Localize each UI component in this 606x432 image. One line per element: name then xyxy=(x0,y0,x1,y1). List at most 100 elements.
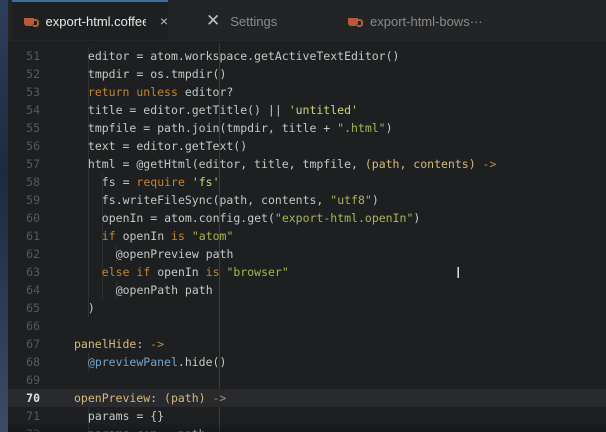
code-line: html = @getHtml(editor, title, tmpfile, … xyxy=(88,155,497,173)
code-line: return unless editor? xyxy=(88,83,233,101)
code-line: fs = require 'fs' xyxy=(102,173,220,191)
code-line: openIn = atom.config.get("export-html.op… xyxy=(102,209,421,227)
code-token: if xyxy=(101,229,116,243)
code-line: openPreview: (path) -> xyxy=(74,389,226,407)
code-token: tmpdir = os.tmpdir() xyxy=(87,67,227,81)
code-token: -> xyxy=(475,157,497,171)
line-number: 57 xyxy=(26,157,40,171)
code-line: @openPreview path xyxy=(116,245,234,263)
code-token: (path, contents) xyxy=(364,157,476,171)
tab-label: export-html.coffee xyxy=(45,13,146,29)
code-token: fs.writeFileSync(path, contents, xyxy=(101,193,331,207)
code-token: fs = xyxy=(101,175,137,189)
indent-guide xyxy=(87,245,89,263)
code-token: ) xyxy=(371,193,379,207)
code-token: return unless xyxy=(87,85,178,99)
code-line: text = editor.getText() xyxy=(88,137,247,155)
line-number: 54 xyxy=(26,103,40,117)
code-token: 'untitled' xyxy=(288,103,358,117)
code-token: openPreview xyxy=(74,391,151,405)
line-number: 55 xyxy=(26,121,40,135)
code-token: panelHide xyxy=(74,337,137,351)
code-token: (path) xyxy=(164,391,206,405)
code-token: ) xyxy=(413,211,421,225)
code-token: is xyxy=(171,229,185,243)
indent-guide xyxy=(87,191,89,209)
code-token: @openPreview path xyxy=(115,247,234,261)
code-line: ) xyxy=(88,299,95,317)
code-token: else if xyxy=(101,265,151,279)
code-token: @openPath path xyxy=(115,283,213,297)
line-number: 69 xyxy=(26,373,40,387)
tab-label: export-html-bows··· xyxy=(370,13,483,29)
indent-guide xyxy=(87,173,89,191)
code-token: require xyxy=(136,175,185,189)
code-token: -> xyxy=(205,391,227,405)
code-token: openIn = atom.config.get( xyxy=(101,211,275,225)
line-number: 53 xyxy=(26,85,40,99)
code-token: -> xyxy=(150,337,165,351)
tab-export-html-bows[interactable]: export-html-bows··· xyxy=(348,0,606,42)
line-number: 56 xyxy=(26,139,40,153)
line-number: 61 xyxy=(26,229,40,243)
code-token: "atom" xyxy=(191,229,234,243)
code-token: is xyxy=(205,265,220,279)
code-token: tmpfile = path.join(tmpdir, title + xyxy=(87,121,338,135)
indent-guide xyxy=(87,263,89,281)
editor-window: export-html.coffee × ✕ Settings export-h… xyxy=(8,0,606,432)
code-token: "utf8" xyxy=(330,193,372,207)
bottom-shadow xyxy=(8,422,606,432)
coffee-icon xyxy=(24,16,39,27)
line-number-gutter[interactable]: 51 52 53 54 55 56 57 58 59 60 61 62 63 64 65 66 67 68 69 70… xyxy=(8,43,60,432)
code-token: title = editor.getTitle() || xyxy=(87,103,289,117)
line-number: 62 xyxy=(26,247,40,261)
close-icon[interactable]: × xyxy=(160,13,168,29)
line-number: 58 xyxy=(26,175,40,189)
code-token: : xyxy=(150,391,165,405)
code-line: @openPath path xyxy=(116,281,213,299)
indent-guide xyxy=(87,227,89,245)
code-token: 'fs' xyxy=(191,175,220,189)
code-line: tmpfile = path.join(tmpdir, title + ".ht… xyxy=(88,119,393,137)
code-token: text = editor.getText() xyxy=(87,139,248,153)
line-number: 67 xyxy=(26,337,40,351)
code-token: openIn xyxy=(115,229,172,243)
tab-bar: export-html.coffee × ✕ Settings export-h… xyxy=(8,0,606,43)
tab-settings[interactable]: ✕ Settings xyxy=(206,0,326,42)
code-token: : xyxy=(136,337,151,351)
line-number: 65 xyxy=(26,301,40,315)
code-token: html = @getHtml(editor, title, tmpfile, xyxy=(87,157,365,171)
tab-export-html-coffee[interactable]: export-html.coffee × xyxy=(12,0,168,40)
code-line: title = editor.getTitle() || 'untitled' xyxy=(88,101,358,119)
line-number: 60 xyxy=(26,211,40,225)
line-number: 63 xyxy=(26,265,40,279)
code-token: ".html" xyxy=(337,121,386,135)
indent-guide xyxy=(101,281,103,299)
code-token: ) xyxy=(385,121,393,135)
indent-guide xyxy=(101,245,103,263)
line-number: 68 xyxy=(26,355,40,369)
code-token: .hide() xyxy=(177,355,227,369)
line-number: 52 xyxy=(26,67,40,81)
tab-label: Settings xyxy=(230,13,278,29)
code-token: editor = atom.workspace.getActiveTextEdi… xyxy=(87,49,400,63)
line-number: 64 xyxy=(26,283,40,297)
code-token: "browser" xyxy=(226,265,289,279)
code-line: panelHide: -> xyxy=(74,335,164,353)
code-line: else if openIn is "browser" xyxy=(102,263,289,281)
code-line: if openIn is "atom" xyxy=(102,227,234,245)
code-token: @previewPanel xyxy=(87,355,178,369)
desktop-background xyxy=(0,0,8,432)
code-token: "export-html.openIn" xyxy=(274,211,414,225)
indent-guide xyxy=(87,281,89,299)
tools-icon: ✕ xyxy=(206,11,221,30)
code-token: openIn xyxy=(150,265,206,279)
code-token: ) xyxy=(87,301,95,315)
coffee-icon xyxy=(348,16,363,27)
line-number: 51 xyxy=(26,49,40,63)
code-editor[interactable]: editor = atom.workspace.getActiveTextEdi… xyxy=(60,43,606,432)
code-line: fs.writeFileSync(path, contents, "utf8") xyxy=(102,191,379,209)
code-token: params = {} xyxy=(87,409,165,423)
